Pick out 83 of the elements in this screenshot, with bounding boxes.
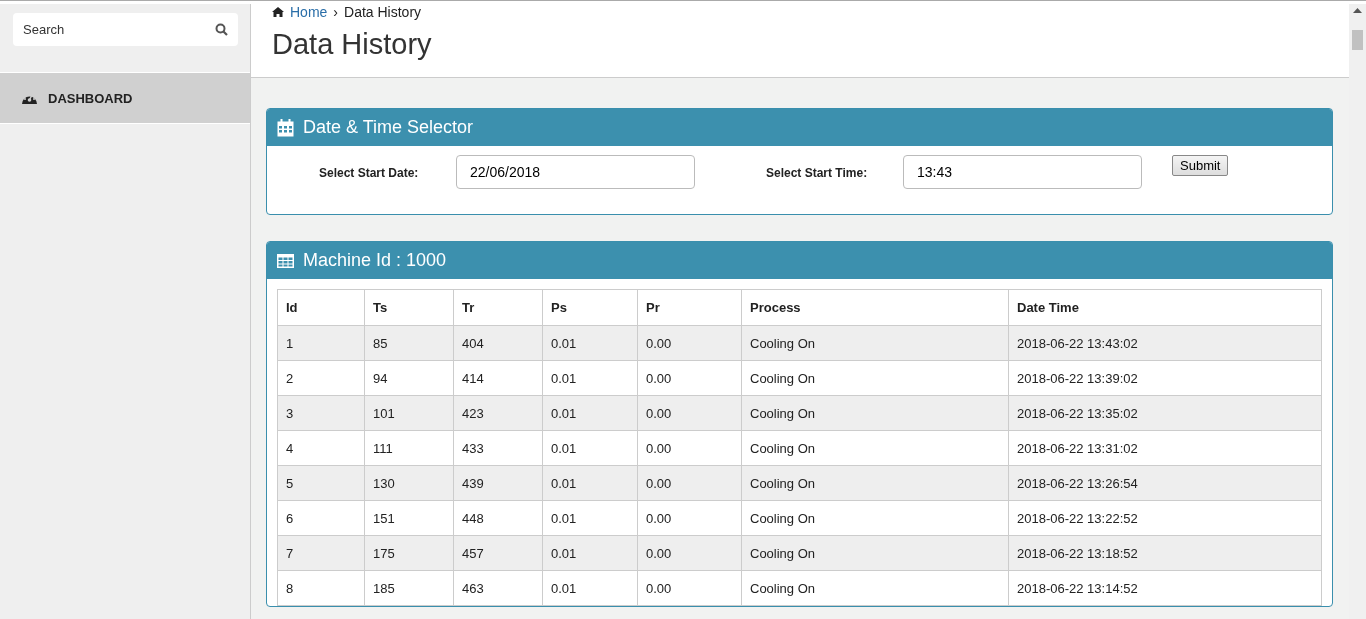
table-cell: 0.00 bbox=[637, 570, 742, 606]
table-cell: 7 bbox=[277, 535, 365, 571]
table-cell: 185 bbox=[364, 570, 454, 606]
table-cell: 2018-06-22 13:31:02 bbox=[1008, 430, 1322, 466]
column-header: Tr bbox=[453, 289, 543, 326]
scrollbar[interactable] bbox=[1349, 4, 1366, 619]
table-cell: 0.01 bbox=[542, 430, 638, 466]
table-cell: 0.01 bbox=[542, 500, 638, 536]
table-cell: 414 bbox=[453, 360, 543, 396]
table-cell: 0.01 bbox=[542, 325, 638, 361]
table-cell: 101 bbox=[364, 395, 454, 431]
column-header: Pr bbox=[637, 289, 742, 326]
column-header: Id bbox=[277, 289, 365, 326]
table-cell: Cooling On bbox=[741, 500, 1009, 536]
column-header: Date Time bbox=[1008, 289, 1322, 326]
table-cell: 439 bbox=[453, 465, 543, 501]
search-field[interactable]: Search bbox=[13, 13, 238, 46]
table-cell: 0.00 bbox=[637, 430, 742, 466]
table-cell: 111 bbox=[364, 430, 454, 466]
table-cell: 457 bbox=[453, 535, 543, 571]
table-cell: 2018-06-22 13:18:52 bbox=[1008, 535, 1322, 571]
table-cell: 448 bbox=[453, 500, 543, 536]
column-header: Process bbox=[741, 289, 1009, 326]
table-cell: 1 bbox=[277, 325, 365, 361]
table-cell: 151 bbox=[364, 500, 454, 536]
table-cell: 0.00 bbox=[637, 325, 742, 361]
table-cell: 6 bbox=[277, 500, 365, 536]
search-icon bbox=[215, 23, 228, 36]
table-cell: Cooling On bbox=[741, 360, 1009, 396]
page-title: Data History bbox=[272, 28, 433, 61]
scroll-up-icon bbox=[1353, 8, 1362, 13]
table-cell: 404 bbox=[453, 325, 543, 361]
nav-item[interactable]: DASHBOARD bbox=[0, 73, 250, 124]
table-cell: 0.01 bbox=[542, 570, 638, 606]
panel-title: Date & Time Selector bbox=[303, 117, 474, 138]
table-cell: Cooling On bbox=[741, 465, 1009, 501]
breadcrumb-separator: › bbox=[333, 4, 339, 20]
table-cell: 130 bbox=[364, 465, 454, 501]
table-cell: 2018-06-22 13:35:02 bbox=[1008, 395, 1322, 431]
column-header: Ps bbox=[542, 289, 638, 326]
table-cell: 94 bbox=[364, 360, 454, 396]
field-label: Select Start Time: bbox=[766, 166, 869, 180]
table-cell: 3 bbox=[277, 395, 365, 431]
table-cell: 8 bbox=[277, 570, 365, 606]
breadcrumb-current: Data History bbox=[344, 4, 422, 20]
table-cell: 0.00 bbox=[637, 535, 742, 571]
table-cell: Cooling On bbox=[741, 430, 1009, 466]
table-cell: 433 bbox=[453, 430, 543, 466]
table-cell: 0.01 bbox=[542, 465, 638, 501]
table-cell: 4 bbox=[277, 430, 365, 466]
table-cell: 0.01 bbox=[542, 395, 638, 431]
table-cell: 2018-06-22 13:43:02 bbox=[1008, 325, 1322, 361]
table-cell: 5 bbox=[277, 465, 365, 501]
table-cell: 463 bbox=[453, 570, 543, 606]
table-cell: 85 bbox=[364, 325, 454, 361]
table-cell: 0.00 bbox=[637, 465, 742, 501]
time-field[interactable]: 13:43 bbox=[903, 155, 1142, 189]
table-cell: 2018-06-22 13:22:52 bbox=[1008, 500, 1322, 536]
table-cell: Cooling On bbox=[741, 395, 1009, 431]
table-cell: 0.01 bbox=[542, 535, 638, 571]
column-header: Ts bbox=[364, 289, 454, 326]
table-cell: 0.00 bbox=[637, 360, 742, 396]
date-field[interactable]: 22/06/2018 bbox=[456, 155, 695, 189]
home-link[interactable]: Home bbox=[290, 4, 328, 20]
home-icon bbox=[272, 7, 284, 17]
table-cell: Cooling On bbox=[741, 570, 1009, 606]
table-cell: 0.01 bbox=[542, 360, 638, 396]
table-cell: 2 bbox=[277, 360, 365, 396]
panel-title: Machine Id : 1000 bbox=[303, 250, 447, 271]
table-cell: 2018-06-22 13:26:54 bbox=[1008, 465, 1322, 501]
calendar-icon bbox=[277, 118, 294, 137]
table-cell: 175 bbox=[364, 535, 454, 571]
table-icon bbox=[277, 253, 294, 268]
table-cell: 0.00 bbox=[637, 395, 742, 431]
table-cell: Cooling On bbox=[741, 325, 1009, 361]
table-cell: 423 bbox=[453, 395, 543, 431]
table-cell: 2018-06-22 13:14:52 bbox=[1008, 570, 1322, 606]
field-label: Select Start Date: bbox=[319, 166, 420, 180]
table-cell: 0.00 bbox=[637, 500, 742, 536]
submit-button[interactable]: Submit bbox=[1172, 155, 1229, 176]
table-cell: Cooling On bbox=[741, 535, 1009, 571]
scrollbar-thumb[interactable] bbox=[1352, 30, 1363, 50]
table-cell: 2018-06-22 13:39:02 bbox=[1008, 360, 1322, 396]
